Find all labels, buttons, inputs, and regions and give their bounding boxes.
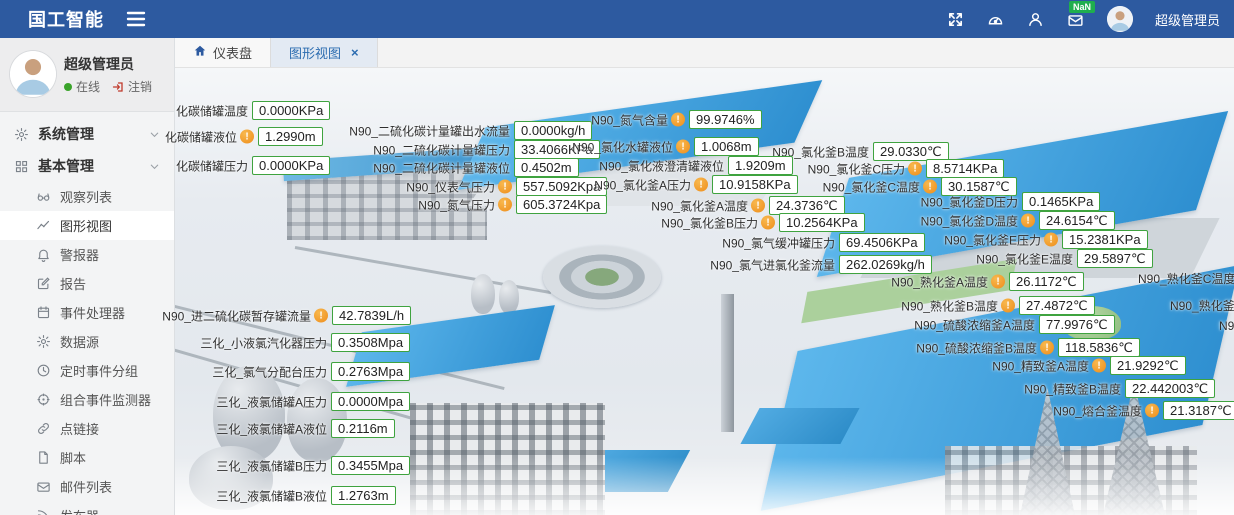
home-icon bbox=[193, 44, 207, 61]
navbar-username[interactable]: 超级管理员 bbox=[1155, 10, 1220, 29]
user-name: 超级管理员 bbox=[64, 54, 134, 74]
sidebar-item-data-source[interactable]: 数据源 bbox=[0, 327, 174, 356]
sidebar-item-mail-list[interactable]: 邮件列表 bbox=[0, 472, 174, 501]
chevron-down-icon bbox=[149, 129, 160, 140]
mail-icon bbox=[36, 479, 52, 495]
sidebar-item-label: 邮件列表 bbox=[60, 477, 112, 496]
online-status-dot bbox=[64, 83, 72, 91]
top-navbar: 国工智能 NaN 超级管理员 bbox=[0, 0, 1234, 38]
user-profile-icon[interactable] bbox=[1027, 10, 1045, 28]
sidebar-item-label: 事件处理器 bbox=[60, 303, 125, 322]
sidebar-item-label: 观察列表 bbox=[60, 187, 112, 206]
online-status-label: 在线 bbox=[76, 78, 100, 95]
sidebar: 超级管理员 在线 注销 系统管理基本管理观察列表图形视图警报器报告事件处理器数据… bbox=[0, 38, 175, 515]
chevron-down-icon bbox=[149, 161, 160, 172]
logout-label[interactable]: 注销 bbox=[128, 78, 152, 95]
rss-icon bbox=[36, 508, 52, 515]
hamburger-menu-icon[interactable] bbox=[126, 11, 146, 27]
sidebar-item-label: 报告 bbox=[60, 274, 86, 293]
fullscreen-icon[interactable] bbox=[947, 10, 965, 28]
sidebar-item-watch-list[interactable]: 观察列表 bbox=[0, 182, 174, 211]
app-window: 国工智能 NaN 超级管理员 bbox=[0, 0, 1234, 515]
glasses-icon bbox=[36, 189, 52, 205]
sidebar-item-basic-mgmt[interactable]: 基本管理 bbox=[0, 150, 174, 182]
sidebar-item-label: 基本管理 bbox=[38, 156, 94, 176]
sidebar-item-script[interactable]: 脚本 bbox=[0, 443, 174, 472]
avatar[interactable] bbox=[10, 51, 56, 97]
sidebar-item-alarm[interactable]: 警报器 bbox=[0, 240, 174, 269]
chimney bbox=[721, 294, 734, 432]
storage-tank bbox=[287, 378, 347, 462]
sidebar-item-label: 组合事件监测器 bbox=[60, 390, 151, 409]
calendar-icon bbox=[36, 305, 52, 321]
brand-logo: 国工智能 bbox=[28, 6, 104, 32]
sidebar-item-publisher[interactable]: 发布器 bbox=[0, 501, 174, 515]
link-icon bbox=[36, 421, 52, 437]
edit-icon bbox=[36, 276, 52, 292]
tab-graphic-view[interactable]: 图形视图 × bbox=[271, 38, 378, 67]
sidebar-item-combo-event-monitor[interactable]: 组合事件监测器 bbox=[0, 385, 174, 414]
user-panel: 超级管理员 在线 注销 bbox=[0, 38, 174, 112]
sidebar-item-label: 数据源 bbox=[60, 332, 99, 351]
sidebar-item-label: 定时事件分组 bbox=[60, 361, 138, 380]
clock-icon bbox=[36, 363, 52, 379]
tab-dashboard[interactable]: 仪表盘 bbox=[175, 38, 271, 67]
notification-badge: NaN bbox=[1069, 1, 1095, 13]
avatar[interactable] bbox=[1107, 6, 1133, 32]
sidebar-item-label: 警报器 bbox=[60, 245, 99, 264]
plant-3d-view[interactable] bbox=[175, 68, 1234, 515]
sidebar-menu: 系统管理基本管理观察列表图形视图警报器报告事件处理器数据源定时事件分组组合事件监… bbox=[0, 112, 174, 515]
grid-icon bbox=[14, 158, 30, 174]
tab-label: 仪表盘 bbox=[213, 43, 252, 62]
fog-overlay bbox=[175, 457, 1234, 515]
chart-line-icon bbox=[36, 218, 52, 234]
tab-bar: 仪表盘 图形视图 × bbox=[175, 38, 1234, 68]
file-icon bbox=[36, 450, 52, 466]
silo-tank bbox=[471, 274, 495, 314]
sidebar-item-event-processor[interactable]: 事件处理器 bbox=[0, 298, 174, 327]
sidebar-item-label: 发布器 bbox=[60, 506, 99, 515]
sidebar-item-graphic-view[interactable]: 图形视图 bbox=[0, 211, 174, 240]
clarifier-pool bbox=[543, 246, 661, 308]
sidebar-item-report[interactable]: 报告 bbox=[0, 269, 174, 298]
gear-icon bbox=[36, 334, 52, 350]
sidebar-item-label: 脚本 bbox=[60, 448, 86, 467]
sidebar-item-label: 图形视图 bbox=[60, 216, 112, 235]
mail-notification-icon[interactable]: NaN bbox=[1067, 10, 1085, 28]
dome-building bbox=[1063, 306, 1121, 340]
target-icon bbox=[36, 392, 52, 408]
sidebar-item-point-link[interactable]: 点链接 bbox=[0, 414, 174, 443]
gear-icon bbox=[14, 126, 30, 142]
bell-icon bbox=[36, 247, 52, 263]
silo-tank bbox=[499, 280, 519, 314]
dashboard-gauge-icon[interactable] bbox=[987, 10, 1005, 28]
sidebar-item-system-mgmt[interactable]: 系统管理 bbox=[0, 118, 174, 150]
sidebar-item-label: 点链接 bbox=[60, 419, 99, 438]
blue-pool bbox=[740, 408, 859, 444]
close-icon[interactable]: × bbox=[351, 45, 359, 60]
tab-label: 图形视图 bbox=[289, 43, 341, 62]
sidebar-item-label: 系统管理 bbox=[38, 124, 94, 144]
sidebar-item-timed-event-group[interactable]: 定时事件分组 bbox=[0, 356, 174, 385]
logout-icon[interactable] bbox=[112, 81, 124, 93]
